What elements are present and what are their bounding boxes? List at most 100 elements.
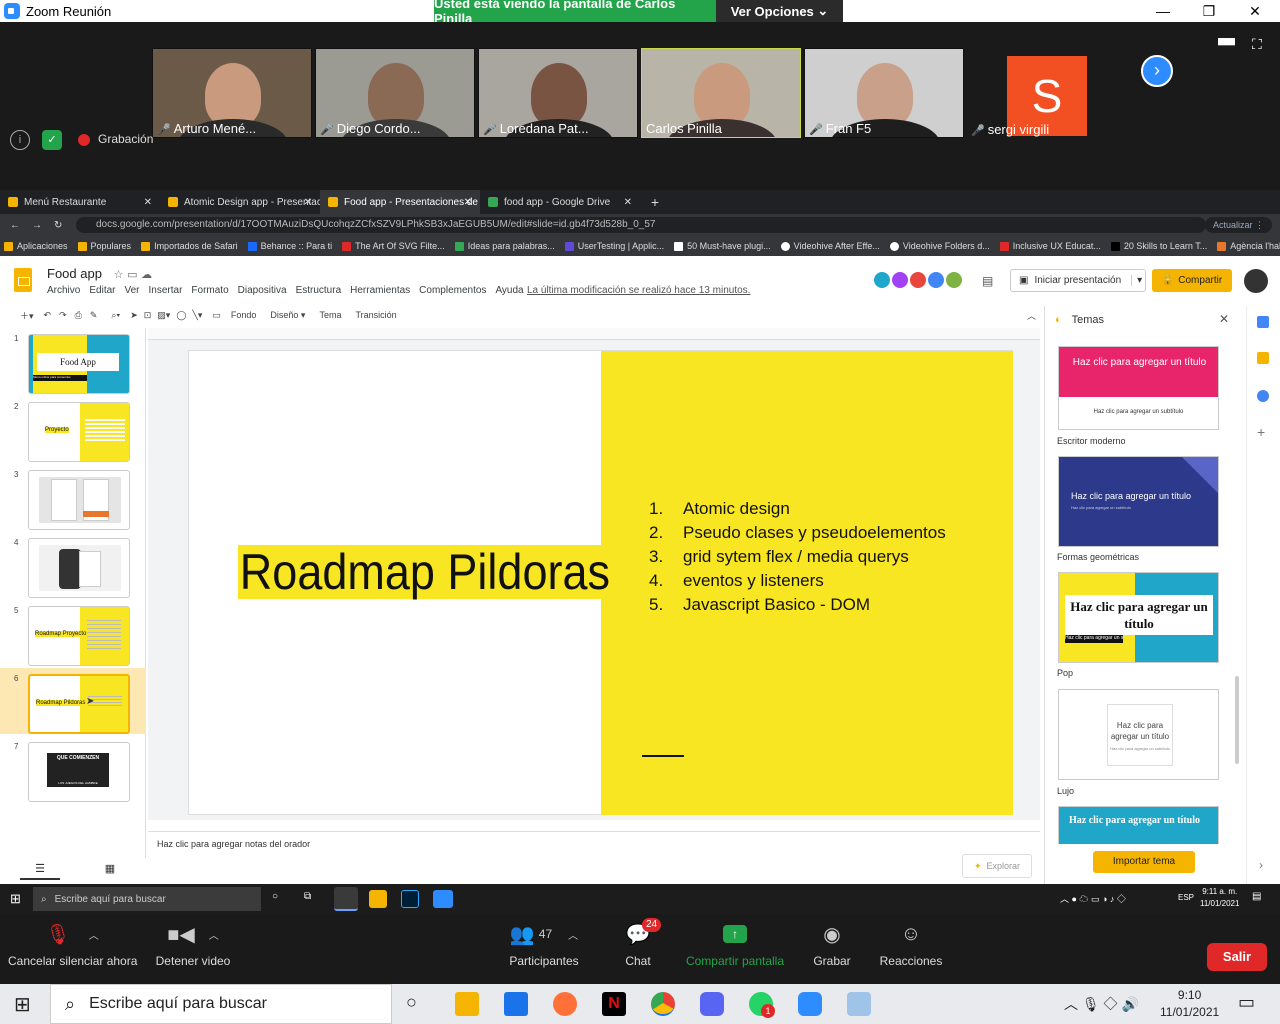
import-theme-button[interactable]: Importar tema (1093, 851, 1195, 873)
filmstrip-view-icon[interactable]: ☰ (20, 862, 60, 880)
menu-herramientas[interactable]: Herramientas (350, 285, 410, 296)
paint-format-icon[interactable]: ✎ (90, 310, 98, 321)
bookmark[interactable]: The Art Of SVG Filte... (342, 241, 445, 251)
chrome-icon[interactable] (651, 992, 675, 1016)
video-tile[interactable]: S 🎤 sergi virgili (967, 48, 1127, 138)
explore-button[interactable]: ✦ Explorar (962, 854, 1032, 878)
slide-thumbnail[interactable] (28, 470, 130, 530)
speaker-notes[interactable]: Haz clic para agregar notas del orador (148, 831, 1040, 881)
print-icon[interactable]: ⎙ (75, 310, 82, 321)
scrollbar[interactable] (1235, 676, 1239, 764)
discord-icon[interactable] (700, 992, 724, 1016)
bookmark[interactable]: UserTesting | Applic... (564, 241, 664, 251)
view-options-button[interactable]: Ver Opciones ⌄ (716, 0, 843, 22)
chevron-up-icon[interactable]: ︿ (209, 927, 219, 942)
unmute-button[interactable]: 🎙 ︿ Cancelar silenciar ahora (8, 914, 137, 984)
notification-icon[interactable]: ▭ (1238, 992, 1255, 1013)
tasks-icon[interactable] (1257, 390, 1269, 402)
text-box-icon[interactable]: ⊡ (144, 310, 152, 321)
chrome-icon[interactable] (334, 887, 358, 911)
menu-insertar[interactable]: Insertar (149, 285, 183, 296)
back-icon[interactable]: ← (10, 220, 20, 231)
video-tile[interactable]: 🎤 Diego Cordo... (315, 48, 475, 138)
bookmark[interactable]: 50 Must-have plugi... (674, 241, 771, 251)
slide-thumbnail[interactable]: QUE COMIENZEN LOS JUEGOS DEL HAMBRE (28, 742, 130, 802)
windows-start-icon[interactable]: ⊞ (10, 891, 21, 907)
layout-button[interactable]: Diseño ▾ (270, 310, 305, 321)
task-view-icon[interactable]: ⧉ (304, 891, 311, 902)
menu-archivo[interactable]: Archivo (47, 285, 80, 296)
clock[interactable]: 9:10 11/01/2021 (1160, 987, 1219, 1021)
browser-tab[interactable]: Menú Restaurante ✕ (0, 190, 160, 214)
firefox-icon[interactable] (553, 992, 577, 1016)
gallery-view-icon[interactable]: ▀▀ (1218, 38, 1235, 52)
menu-complementos[interactable]: Complementos (419, 285, 486, 296)
present-button[interactable]: ▣ Iniciar presentación ▾ (1010, 269, 1146, 292)
close-tab-icon[interactable]: ✕ (304, 197, 312, 208)
bookmark[interactable]: Videohive Folders d... (889, 241, 990, 251)
theme-button[interactable]: Tema (319, 310, 341, 320)
chevron-up-icon[interactable]: ︿ (1027, 309, 1036, 322)
browser-tab[interactable]: Atomic Design app - Presentacio ✕ (160, 190, 320, 214)
avatar[interactable] (944, 270, 964, 290)
bookmark[interactable]: Agència l'habitatge... (1217, 241, 1280, 251)
video-tile[interactable]: 🎤 Arturo Mené... (152, 48, 312, 138)
avatar[interactable] (926, 270, 946, 290)
bookmark[interactable]: 20 Skills to Learn T... (1110, 241, 1207, 251)
close-tab-icon[interactable]: ✕ (464, 197, 472, 208)
zoom-icon[interactable] (433, 890, 453, 908)
new-slide-icon[interactable]: ＋▾ (20, 309, 34, 322)
undo-icon[interactable]: ↶ (44, 310, 52, 321)
photoshop-icon[interactable] (401, 890, 419, 908)
bookmark[interactable]: Behance :: Para ti (247, 241, 332, 251)
record-button[interactable]: ◉ Grabar (808, 914, 856, 984)
star-icon[interactable]: ☆ (114, 269, 124, 281)
comments-icon[interactable]: ▤ (982, 274, 993, 288)
slide-thumbnail[interactable]: Food App Menú online para comercios (28, 334, 130, 394)
mail-icon[interactable] (504, 992, 528, 1016)
bookmark[interactable]: Videohive After Effe... (780, 241, 880, 251)
close-panel-icon[interactable]: ✕ (1219, 312, 1229, 326)
background-button[interactable]: Fondo (231, 310, 257, 320)
chevron-up-icon[interactable]: ︿ (568, 927, 578, 942)
paint-icon[interactable] (847, 992, 871, 1016)
bookmark[interactable]: Aplicaciones (4, 241, 68, 251)
next-page-icon[interactable]: › (1141, 55, 1173, 87)
menu-editar[interactable]: Editar (89, 285, 115, 296)
chevron-right-icon[interactable]: › (1259, 858, 1263, 872)
slide-thumbnail-selected[interactable]: Roadmap Pildoras ➤ (28, 674, 130, 734)
language-indicator[interactable]: ESP (1178, 893, 1194, 902)
close-tab-icon[interactable]: ✕ (144, 197, 152, 208)
whatsapp-icon[interactable]: 1 (749, 992, 775, 1018)
theme-card[interactable]: Haz clic para agregar un título Haz clic… (1058, 689, 1219, 780)
windows-start-icon[interactable]: ⊞ (14, 992, 31, 1017)
zoom-icon[interactable]: ⌕▾ (111, 310, 120, 321)
theme-card[interactable]: Haz clic para agregar un título (1058, 806, 1219, 844)
redo-icon[interactable]: ↷ (59, 310, 67, 321)
notification-icon[interactable]: ▤ (1252, 891, 1261, 902)
close-icon[interactable]: ✕ (1232, 0, 1278, 22)
menu-estructura[interactable]: Estructura (296, 285, 342, 296)
select-icon[interactable]: ➤ (130, 310, 138, 321)
taskbar-search-input[interactable]: ⌕ Escribe aquí para buscar (50, 984, 392, 1024)
chevron-up-icon[interactable]: ︿ (89, 927, 99, 942)
image-icon[interactable]: ▨▾ (157, 310, 170, 321)
clock[interactable]: 9:11 a. m. 11/01/2021 (1200, 886, 1239, 910)
grid-view-icon[interactable]: ▦ (90, 862, 130, 880)
bookmark[interactable]: Inclusive UX Educat... (999, 241, 1101, 251)
menu-formato[interactable]: Formato (191, 285, 228, 296)
current-slide[interactable]: Roadmap Pildoras 1. Atomic design 2. Pseud… (188, 350, 1013, 815)
zoom-icon[interactable] (798, 992, 822, 1016)
browser-tab[interactable]: food app - Google Drive ✕ (480, 190, 640, 214)
browser-tab-active[interactable]: Food app - Presentaciones de Go ✕ (320, 190, 480, 214)
cortana-icon[interactable]: ○ (272, 891, 278, 902)
video-tile[interactable]: 🎤 Fran F5 (804, 48, 964, 138)
avatar[interactable] (908, 270, 928, 290)
chat-button[interactable]: 💬 24 Chat (616, 914, 662, 984)
netflix-icon[interactable]: N (602, 992, 626, 1016)
avatar[interactable] (872, 270, 892, 290)
avatar[interactable] (1244, 269, 1268, 293)
file-explorer-icon[interactable] (369, 890, 387, 908)
slide-thumbnail[interactable] (28, 538, 130, 598)
shape-icon[interactable]: ◯ (176, 310, 186, 321)
